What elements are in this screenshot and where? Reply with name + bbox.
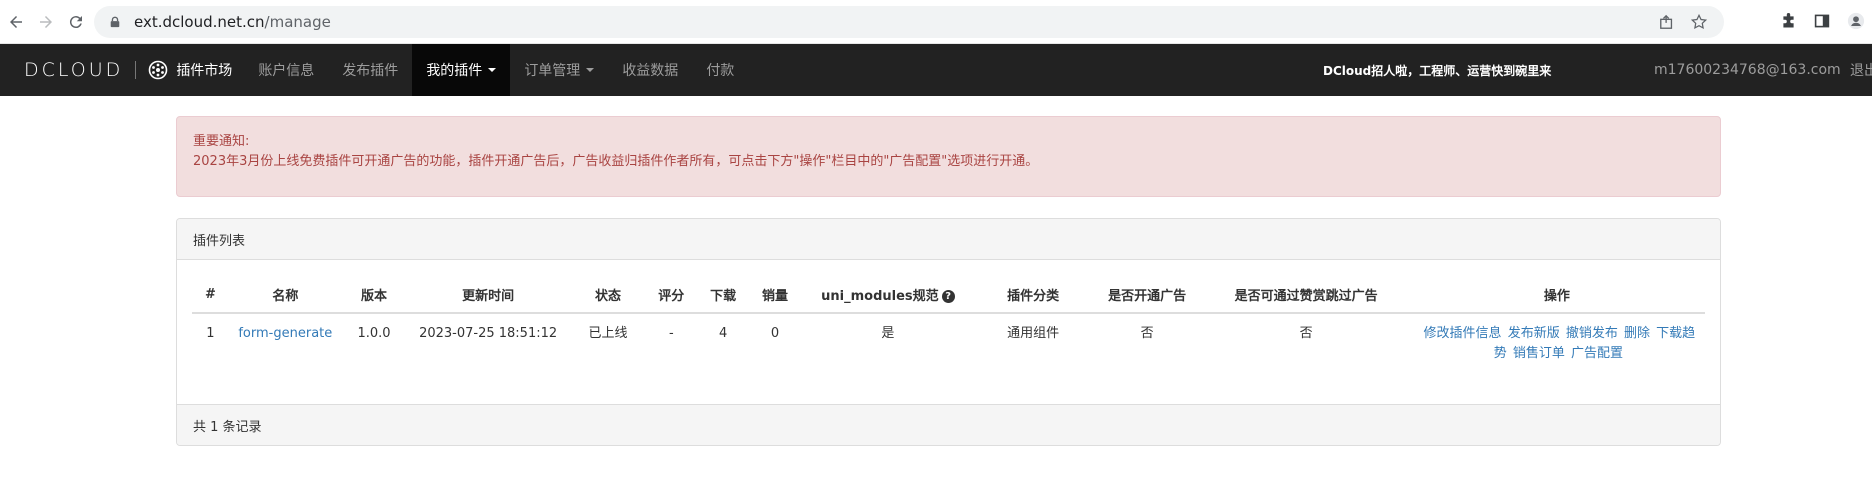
recruit-promo-link[interactable]: DCloud招人啦，工程师、运营快到碗里来 [1323,44,1551,96]
forward-icon[interactable] [32,8,60,36]
top-navbar: DCLOUD 插件市场 账户信息 发布插件 我的插件 订单管理 收益数据 付款 … [0,44,1872,96]
brand-divider [135,61,137,79]
unpublish-link[interactable]: 撤销发布 [1566,326,1618,341]
lock-icon[interactable] [108,15,122,29]
nav-order-management[interactable]: 订单管理 [510,44,608,96]
dcloud-logo[interactable]: DCLOUD [24,59,123,81]
browser-toolbar: ext.dcloud.net.cn/manage [0,0,1872,44]
reload-icon[interactable] [62,8,90,36]
panel-heading: 插件列表 [177,219,1720,260]
nav-menu: 账户信息 发布插件 我的插件 订单管理 收益数据 付款 [244,44,748,96]
plugin-name-link[interactable]: form-generate [238,326,332,341]
url-text: ext.dcloud.net.cn/manage [134,13,331,31]
cell-category: 通用组件 [1007,326,1060,341]
publish-new-version-link[interactable]: 发布新版 [1508,326,1560,341]
alert-message: 2023年3月份上线免费插件可开通广告的功能，插件开通广告后，广告收益归插件作者… [193,154,1039,169]
table-header-row: # 名称 版本 更新时间 状态 评分 下载 销量 uni_modules规范? … [192,276,1705,314]
cell-name: form-generate [229,313,342,364]
alert-title: 重要通知: [193,134,250,149]
nav-account-info[interactable]: 账户信息 [244,44,328,96]
cell-updated: 2023-07-25 18:51:12 [419,326,558,341]
col-header-status: 状态 [569,276,646,314]
plugin-market-link[interactable]: 插件市场 [148,60,232,80]
nav-my-plugins[interactable]: 我的插件 [412,44,511,96]
cell-skip-ads: 否 [1299,326,1313,341]
cell-ads-enabled: 否 [1140,326,1154,341]
nav-payment[interactable]: 付款 [692,44,748,96]
delete-link[interactable]: 删除 [1624,326,1650,341]
nav-label: 收益数据 [622,63,679,79]
col-header-uni-modules-label: uni_modules规范 [821,288,939,304]
nav-label: 订单管理 [524,63,581,79]
nav-label: 账户信息 [258,63,315,79]
market-logo-icon [149,60,168,80]
cell-version: 1.0.0 [357,326,391,341]
col-header-category: 插件分类 [975,276,1091,314]
ad-config-link[interactable]: 广告配置 [1571,346,1623,361]
user-email[interactable]: m17600234768@163.com [1654,44,1841,96]
address-bar[interactable]: ext.dcloud.net.cn/manage [94,6,1724,38]
nav-label: 我的插件 [426,63,483,79]
col-header-skip-ads: 是否可通过赞赏跳过广告 [1203,276,1409,314]
col-header-rating: 评分 [645,276,697,314]
sales-orders-link[interactable]: 销售订单 [1513,346,1565,361]
table-row: 1 form-generate 1.0.0 2023-07-25 18:51:1… [192,313,1705,364]
brand[interactable]: DCLOUD 插件市场 [0,44,232,96]
cell-uni-modules: 是 [881,326,895,341]
col-header-downloads: 下载 [696,276,750,314]
cell-status: 已上线 [588,326,628,341]
caret-down-icon [488,68,497,72]
bookmark-star-icon[interactable] [1690,13,1708,31]
edit-plugin-info-link[interactable]: 修改插件信息 [1424,326,1502,341]
plugin-market-label: 插件市场 [176,63,233,79]
plugin-list-panel: 插件列表 # 名称 版本 更新时间 状态 评分 下载 销量 uni_module… [176,218,1721,446]
panel-footer-record-count: 共 1 条记录 [177,404,1720,445]
url-path: /manage [264,13,331,31]
nav-revenue-data[interactable]: 收益数据 [608,44,692,96]
nav-label: 付款 [706,63,735,79]
col-header-version: 版本 [341,276,407,314]
col-header-uni-modules: uni_modules规范? [800,276,976,314]
col-header-name: 名称 [228,276,342,314]
cell-actions: 修改插件信息 发布新版 撤销发布 删除 下载趋势 销售订单 广告配置 [1409,313,1705,364]
side-panel-icon[interactable] [1812,11,1832,31]
url-host: ext.dcloud.net.cn [134,13,265,31]
question-circle-icon[interactable]: ? [941,289,955,303]
share-icon[interactable] [1658,13,1676,31]
logout-link[interactable]: 退出 [1850,44,1872,96]
plugin-table: # 名称 版本 更新时间 状态 评分 下载 销量 uni_modules规范? … [192,276,1705,364]
nav-publish-plugin[interactable]: 发布插件 [328,44,412,96]
back-icon[interactable] [2,8,30,36]
caret-down-icon [586,68,595,72]
col-header-updated: 更新时间 [406,276,570,314]
col-header-index: # [192,276,229,314]
important-notice-alert: 重要通知: 2023年3月份上线免费插件可开通广告的功能，插件开通广告后，广告收… [176,116,1721,197]
col-header-actions: 操作 [1408,276,1705,314]
panel-body: # 名称 版本 更新时间 状态 评分 下载 销量 uni_modules规范? … [177,276,1720,422]
cell-sales: 0 [770,326,780,341]
cell-downloads: 4 [719,326,728,341]
col-header-ads-enabled: 是否开通广告 [1090,276,1204,314]
cell-rating: - [668,326,674,341]
extensions-puzzle-icon[interactable] [1778,11,1798,31]
profile-avatar-icon[interactable] [1846,11,1866,31]
nav-label: 发布插件 [342,63,399,79]
cell-index: 1 [206,326,215,341]
col-header-sales: 销量 [749,276,801,314]
